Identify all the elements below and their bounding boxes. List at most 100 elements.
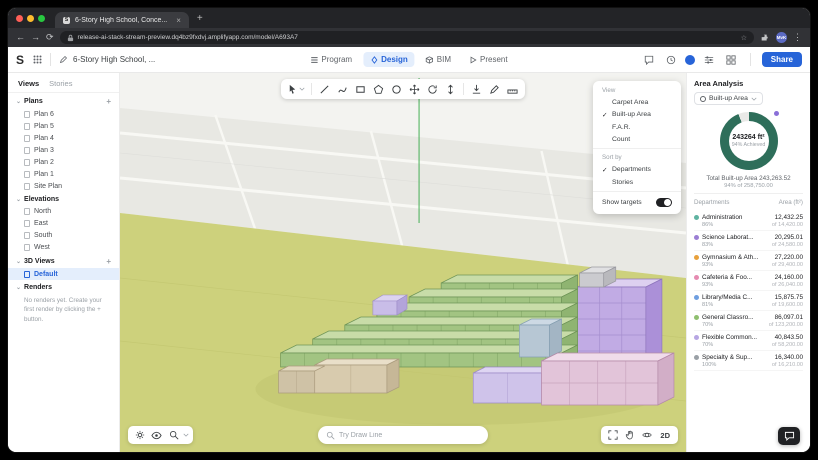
department-name: Flexible Common... xyxy=(702,334,769,341)
tab-stories[interactable]: Stories xyxy=(49,79,72,88)
plan-icon xyxy=(24,159,30,166)
section-3d-views[interactable]: ⌄ 3D Views + xyxy=(8,253,119,268)
divider xyxy=(593,148,681,149)
menu-item-departments[interactable]: ✓Departments xyxy=(593,163,681,176)
line-tool[interactable] xyxy=(316,81,333,97)
add-3d-view-button[interactable]: + xyxy=(106,257,111,266)
zoom-tool-icon[interactable] xyxy=(166,428,181,442)
sidebar-item-south[interactable]: South xyxy=(8,229,119,241)
chevron-down-icon: ⌄ xyxy=(16,284,21,291)
sidebar-item-north[interactable]: North xyxy=(8,205,119,217)
measure-tool[interactable] xyxy=(504,81,521,97)
select-tool[interactable] xyxy=(285,81,307,97)
department-row-flexible-commons[interactable]: Flexible Common...70% 40,843.50of 58,200… xyxy=(694,331,803,351)
search-input[interactable] xyxy=(339,432,480,439)
polygon-tool[interactable] xyxy=(370,81,387,97)
apps-grid-icon[interactable] xyxy=(33,55,42,64)
chat-button[interactable] xyxy=(778,427,800,445)
sidebar-item-plan6[interactable]: Plan 6 xyxy=(8,108,119,120)
metric-selector[interactable]: Built-up Area xyxy=(694,92,763,105)
history-icon[interactable] xyxy=(666,55,676,65)
department-row-specialty[interactable]: Specialty & Sup...100% 16,340.00of 16,21… xyxy=(694,351,803,371)
reload-icon[interactable]: ⟳ xyxy=(46,33,54,42)
settings-sliders-icon[interactable] xyxy=(704,55,714,65)
tab-present[interactable]: Present xyxy=(462,52,515,67)
department-row-library[interactable]: Library/Media C...81% 15,875.75of 19,600… xyxy=(694,291,803,311)
menu-item-stories[interactable]: Stories xyxy=(593,176,681,188)
sidebar-item-plan5[interactable]: Plan 5 xyxy=(8,120,119,132)
add-plan-button[interactable]: + xyxy=(106,97,111,106)
tab-design[interactable]: Design xyxy=(363,52,415,67)
forward-icon[interactable]: → xyxy=(31,33,40,42)
section-elevations[interactable]: ⌄ Elevations xyxy=(8,192,119,205)
edit-title-pencil-icon[interactable] xyxy=(59,55,68,64)
maximize-window-button[interactable] xyxy=(38,15,45,22)
minimize-window-button[interactable] xyxy=(27,15,34,22)
visibility-eye-icon[interactable] xyxy=(149,428,164,442)
sidebar-item-plan4[interactable]: Plan 4 xyxy=(8,132,119,144)
extensions-puzzle-icon[interactable] xyxy=(760,33,770,43)
circle-tool[interactable] xyxy=(388,81,405,97)
bookmark-star-icon[interactable]: ☆ xyxy=(741,34,747,42)
sidebar-item-east[interactable]: East xyxy=(8,217,119,229)
fit-view-icon[interactable] xyxy=(605,428,620,442)
pan-hand-icon[interactable] xyxy=(622,428,637,442)
url-field[interactable]: release-ai-stack-stream-preview.dq4bz9fx… xyxy=(60,31,754,44)
orbit-icon[interactable] xyxy=(639,428,654,442)
sidebar-item-plan2[interactable]: Plan 2 xyxy=(8,156,119,168)
move-tool[interactable] xyxy=(406,81,423,97)
massing-blue-cube xyxy=(519,319,561,357)
tab-program[interactable]: Program xyxy=(303,52,359,67)
department-row-general-classrooms[interactable]: General Classro...70% 86,097.01of 123,20… xyxy=(694,311,803,331)
sidebar-item-plan3[interactable]: Plan 3 xyxy=(8,144,119,156)
menu-item-count[interactable]: Count xyxy=(593,133,681,145)
push-pull-tool[interactable] xyxy=(442,81,459,97)
back-icon[interactable]: ← xyxy=(16,33,25,42)
section-renders[interactable]: ⌄ Renders xyxy=(8,280,119,293)
display-settings-gear-icon[interactable] xyxy=(132,428,147,442)
spline-tool[interactable] xyxy=(334,81,351,97)
rotate-tool[interactable] xyxy=(424,81,441,97)
tab-bim[interactable]: BIM xyxy=(419,52,458,67)
department-row-administration[interactable]: Administration86% 12,432.25of 14,420.00 xyxy=(694,211,803,231)
toggle-2d-button[interactable]: 2D xyxy=(656,431,674,440)
header-actions: Share xyxy=(641,52,802,67)
browser-profile-avatar[interactable]: MvK xyxy=(776,32,787,43)
menu-item-carpet-area[interactable]: Carpet Area xyxy=(593,96,681,108)
browser-tab[interactable]: S 6-Story High School, Conce... × xyxy=(55,12,189,28)
massing-gray-block xyxy=(580,267,616,287)
department-row-cafeteria[interactable]: Cafeteria & Foo...93% 24,160.00of 26,040… xyxy=(694,271,803,291)
menu-item-far[interactable]: F.A.R. xyxy=(593,121,681,133)
sidebar-item-plan1[interactable]: Plan 1 xyxy=(8,168,119,180)
tab-views[interactable]: Views xyxy=(18,79,39,88)
rectangle-tool[interactable] xyxy=(352,81,369,97)
project-title[interactable]: 6-Story High School, ... xyxy=(73,55,155,64)
panels-grid-icon[interactable] xyxy=(726,55,736,65)
department-target: of 26,040.00 xyxy=(772,282,803,288)
browser-chrome: S 6-Story High School, Conce... × + ← → … xyxy=(8,8,810,47)
sync-status-icon[interactable] xyxy=(685,55,695,65)
menu-item-built-up-area[interactable]: ✓Built-up Area xyxy=(593,108,681,121)
share-button[interactable]: Share xyxy=(762,52,802,67)
window-controls[interactable] xyxy=(16,8,45,28)
department-row-gymnasium[interactable]: Gymnasium & Ath...93% 27,220.00of 29,400… xyxy=(694,251,803,271)
mode-tabs: Program Design BIM Present xyxy=(303,52,514,67)
new-tab-button[interactable]: + xyxy=(197,10,203,28)
app-logo[interactable]: S xyxy=(16,53,24,67)
sidebar-item-west[interactable]: West xyxy=(8,241,119,253)
department-target: of 19,600.00 xyxy=(772,302,803,308)
sidebar-item-siteplan[interactable]: Site Plan xyxy=(8,180,119,192)
import-tool[interactable] xyxy=(468,81,485,97)
show-targets-toggle[interactable] xyxy=(656,198,672,207)
sidebar-item-default-view[interactable]: Default xyxy=(8,268,119,280)
annotate-tool[interactable] xyxy=(486,81,503,97)
section-plans[interactable]: ⌄ Plans + xyxy=(8,93,119,108)
browser-menu-icon[interactable]: ⋮ xyxy=(793,33,802,42)
department-row-science[interactable]: Science Laborat...83% 20,295.01of 24,580… xyxy=(694,231,803,251)
department-area: 12,432.25 xyxy=(772,214,803,221)
comments-icon[interactable] xyxy=(644,55,654,65)
chevron-down-icon[interactable] xyxy=(183,432,189,438)
tab-close-icon[interactable]: × xyxy=(176,16,181,25)
close-window-button[interactable] xyxy=(16,15,23,22)
3d-canvas[interactable]: View Carpet Area ✓Built-up Area F.A.R. C… xyxy=(120,73,686,452)
